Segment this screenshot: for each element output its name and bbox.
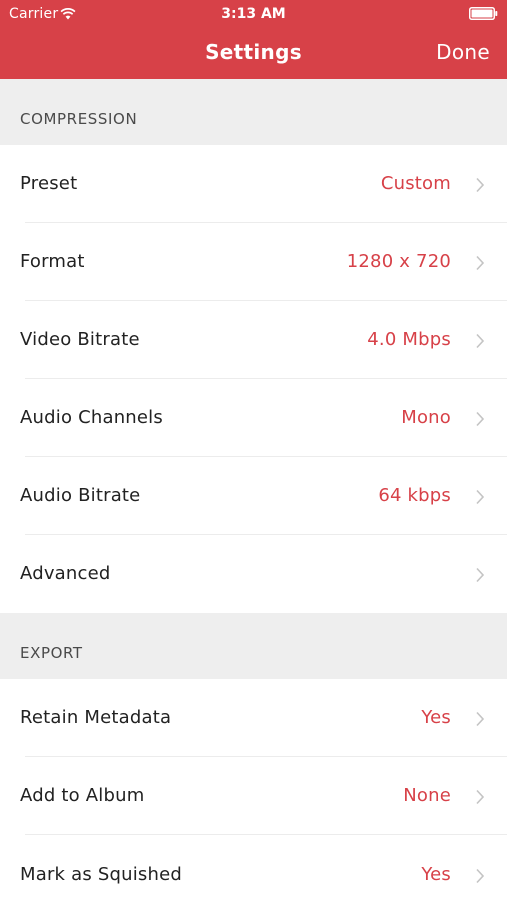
row-value: Yes xyxy=(421,864,451,885)
section-title: COMPRESSION xyxy=(20,110,138,128)
row-value: Yes xyxy=(421,707,451,728)
row-label: Mark as Squished xyxy=(20,864,182,885)
chevron-right-icon xyxy=(476,411,485,427)
row-label: Audio Bitrate xyxy=(20,485,141,506)
row-label: Preset xyxy=(20,173,78,194)
settings-row-audio-bitrate[interactable]: Audio Bitrate 64 kbps xyxy=(0,457,507,535)
settings-row-audio-channels[interactable]: Audio Channels Mono xyxy=(0,379,507,457)
chevron-right-icon xyxy=(476,711,485,727)
settings-row-preset[interactable]: Preset Custom xyxy=(0,145,507,223)
settings-row-add-to-album[interactable]: Add to Album None xyxy=(0,757,507,835)
chevron-right-icon xyxy=(476,333,485,349)
chevron-right-icon xyxy=(476,567,485,583)
row-value: 4.0 Mbps xyxy=(367,329,451,350)
settings-screen: Carrier 3:13 AM Settings Done COMPRESSIO… xyxy=(0,0,507,900)
settings-row-advanced[interactable]: Advanced xyxy=(0,535,507,613)
chevron-right-icon xyxy=(476,868,485,884)
navigation-bar: Carrier 3:13 AM Settings Done xyxy=(0,0,507,79)
chevron-right-icon xyxy=(476,255,485,271)
chevron-right-icon xyxy=(476,489,485,505)
row-value: Custom xyxy=(380,173,451,194)
row-label: Advanced xyxy=(20,563,111,584)
status-bar: Carrier 3:13 AM xyxy=(0,0,507,28)
status-time: 3:13 AM xyxy=(221,6,286,22)
settings-row-format[interactable]: Format 1280 x 720 xyxy=(0,223,507,301)
section-title: EXPORT xyxy=(20,644,83,662)
row-value: 1280 x 720 xyxy=(346,251,451,272)
settings-row-retain-metadata[interactable]: Retain Metadata Yes xyxy=(0,679,507,757)
row-value: None xyxy=(403,785,451,806)
settings-row-mark-as-squished[interactable]: Mark as Squished Yes xyxy=(0,836,507,900)
section-header-export: EXPORT xyxy=(0,613,507,679)
row-value: 64 kbps xyxy=(378,485,451,506)
done-button[interactable]: Done xyxy=(436,38,490,66)
chevron-right-icon xyxy=(476,177,485,193)
row-label: Video Bitrate xyxy=(20,329,140,350)
chevron-right-icon xyxy=(476,789,485,805)
page-title: Settings xyxy=(205,40,302,64)
settings-row-video-bitrate[interactable]: Video Bitrate 4.0 Mbps xyxy=(0,301,507,379)
row-label: Format xyxy=(20,251,85,272)
row-label: Add to Album xyxy=(20,785,145,806)
section-header-compression: COMPRESSION xyxy=(0,79,507,145)
row-label: Audio Channels xyxy=(20,407,163,428)
row-value: Mono xyxy=(401,407,451,428)
row-divider xyxy=(25,834,507,835)
battery-icon xyxy=(469,7,498,20)
row-label: Retain Metadata xyxy=(20,707,172,728)
